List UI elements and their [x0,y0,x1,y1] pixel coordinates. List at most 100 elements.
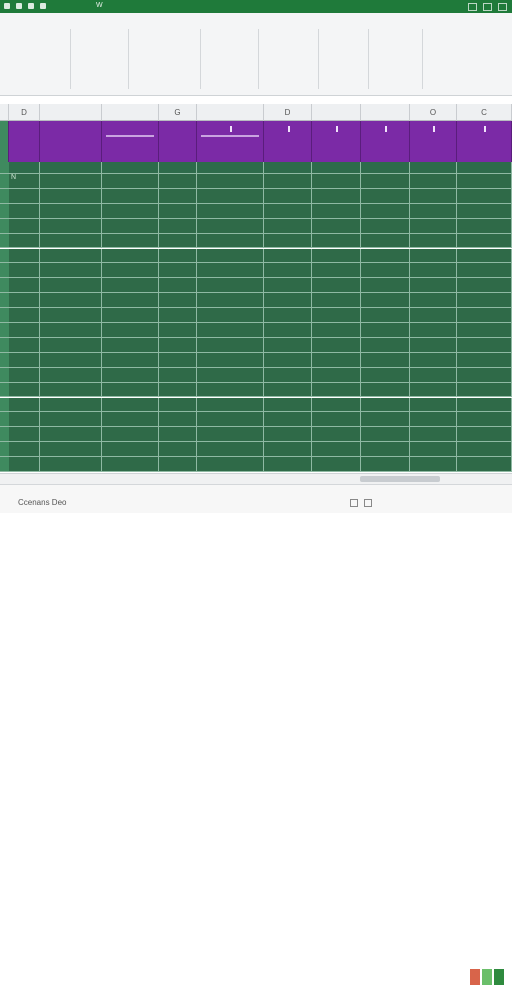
header-band-cell[interactable] [410,121,457,162]
grid-cell[interactable] [361,308,410,323]
select-all-corner[interactable] [0,104,9,121]
grid-cell[interactable] [159,442,197,458]
grid-cell[interactable] [410,442,457,458]
grid-cell[interactable] [361,367,410,383]
grid-cell[interactable] [264,293,312,309]
grid-cell[interactable] [457,248,512,264]
grid-cell[interactable] [361,263,410,279]
grid-cell[interactable] [102,278,159,294]
row-header[interactable] [0,367,9,383]
grid-cell[interactable] [9,203,40,219]
grid-cell[interactable] [312,412,361,428]
grid-cell[interactable] [361,442,410,458]
grid-cell[interactable] [40,323,102,338]
grid-cell[interactable] [102,442,159,458]
grid-cell[interactable] [312,427,361,443]
grid-cell[interactable] [264,412,312,428]
grid-cell[interactable] [361,203,410,219]
grid-cell[interactable] [264,352,312,368]
minimize-icon[interactable] [468,3,477,11]
grid-cell[interactable] [159,174,197,189]
grid-cell[interactable] [361,188,410,204]
grid-cell[interactable] [264,367,312,383]
grid-cell[interactable] [9,188,40,204]
grid-cell[interactable] [9,442,40,458]
grid-cell[interactable] [159,308,197,323]
header-label-cell[interactable] [102,162,159,174]
grid-cell[interactable] [410,457,457,472]
grid-cell[interactable] [457,278,512,294]
grid-cell[interactable] [264,233,312,249]
grid-cell[interactable] [9,293,40,309]
header-band-cell[interactable] [102,121,159,162]
grid-cell[interactable] [410,263,457,279]
grid-cell[interactable] [197,278,264,294]
header-label-cell[interactable] [264,162,312,174]
grid-cell[interactable] [312,174,361,189]
grid-cell[interactable] [102,248,159,264]
header-label-cell[interactable] [197,162,264,174]
header-band-cell[interactable] [457,121,512,162]
grid-cell[interactable] [457,218,512,234]
grid-cell[interactable] [410,188,457,204]
header-band-cell[interactable] [9,121,40,162]
grid-cell[interactable] [159,323,197,338]
grid-cell[interactable] [159,233,197,249]
grid-cell[interactable] [159,397,197,413]
grid-cell[interactable] [410,308,457,323]
grid-cell[interactable] [197,263,264,279]
grid-cell[interactable] [9,457,40,472]
column-header[interactable]: G [159,104,197,121]
grid-cell[interactable] [457,188,512,204]
grid-cell[interactable] [361,218,410,234]
grid-cell[interactable] [40,218,102,234]
view-layout-icon[interactable] [364,499,372,507]
grid-cell[interactable] [102,293,159,309]
row-header[interactable] [0,293,9,309]
grid-cell[interactable] [40,308,102,323]
header-band-cell[interactable] [159,121,197,162]
grid-cell[interactable] [410,233,457,249]
grid-cell[interactable] [40,412,102,428]
grid-cell[interactable] [312,367,361,383]
grid-cell[interactable] [197,427,264,443]
grid-cell[interactable] [9,382,40,398]
row-header[interactable] [0,248,9,264]
row-header[interactable] [0,203,9,219]
grid-cell[interactable] [197,233,264,249]
grid-cell[interactable] [102,412,159,428]
grid-cell[interactable] [312,233,361,249]
grid-cell[interactable] [361,323,410,338]
grid-cell[interactable] [361,412,410,428]
grid-cell[interactable] [410,174,457,189]
header-band-cell[interactable] [264,121,312,162]
grid-cell[interactable] [312,337,361,353]
grid-cell[interactable] [102,382,159,398]
grid-cell[interactable] [102,233,159,249]
ribbon-tab-2[interactable] [104,16,106,23]
grid-cell[interactable] [264,397,312,413]
grid-cell[interactable] [159,278,197,294]
grid-cell[interactable] [9,233,40,249]
grid-cell[interactable] [102,352,159,368]
row-header[interactable] [0,323,9,338]
column-header[interactable] [40,104,102,121]
grid-cell[interactable] [264,188,312,204]
grid-cell[interactable] [361,337,410,353]
grid-cell[interactable] [361,174,410,189]
grid-cell[interactable] [102,367,159,383]
grid-cell[interactable] [457,293,512,309]
grid-cell[interactable] [40,427,102,443]
grid-cell[interactable] [264,174,312,189]
grid-cell[interactable] [264,382,312,398]
grid-cell[interactable] [312,278,361,294]
header-label-cell[interactable] [361,162,410,174]
grid-cell[interactable] [40,367,102,383]
grid-cell[interactable] [410,397,457,413]
grid-cell[interactable] [410,412,457,428]
grid-cell[interactable] [40,188,102,204]
grid-cell[interactable] [264,203,312,219]
grid-cell[interactable] [40,248,102,264]
horizontal-scrollbar[interactable] [0,473,512,484]
grid-cell[interactable] [40,293,102,309]
